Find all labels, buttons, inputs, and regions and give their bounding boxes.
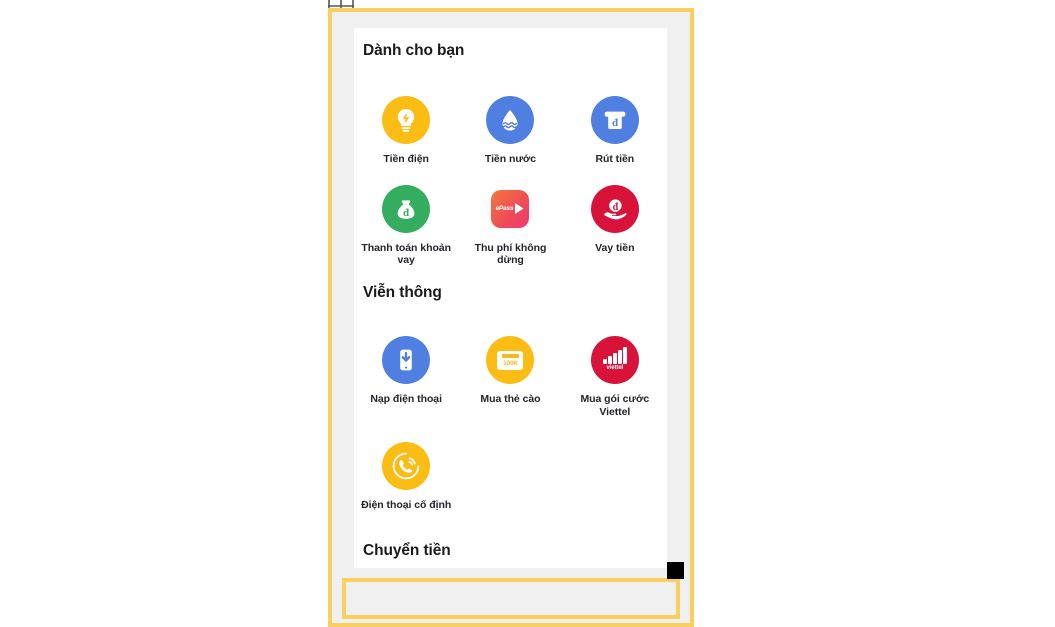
service-tile-thanh-toan-khoan-vay[interactable]: đ Thanh toán khoản vay [354, 177, 458, 278]
lightbulb-icon [382, 96, 431, 144]
service-tile-rut-tien[interactable]: đ Rút tiền [563, 88, 667, 177]
section-title-for-you: Dành cho bạn [363, 42, 465, 59]
viettel-brand-text: viettel [606, 365, 624, 372]
service-tile-mua-goi-cuoc-viettel[interactable]: viettel Mua gói cước Viettel [563, 328, 667, 434]
viettel-signal-icon: viettel [590, 336, 639, 384]
card-stripe [501, 353, 519, 358]
water-drop-icon [486, 96, 535, 144]
service-label: Nạp điện thoại [370, 393, 442, 405]
hand-coin-icon: đ [590, 184, 639, 233]
service-grid-for-you: Tiền điện Tiền nước đ Rút tiền đ Thanh t… [354, 88, 667, 278]
section-title-telecom: Viễn thông [363, 284, 442, 301]
service-grid-telecom: Nạp điện thoại 100K Mua thẻ cào viettel … [354, 328, 667, 528]
service-label: Thanh toán khoản vay [361, 241, 451, 267]
signal-bars-icon [603, 346, 627, 364]
cursor-marker [667, 562, 684, 579]
services-card: Dành cho bạn Tiền điện Tiền nước đ Rút t… [354, 28, 667, 568]
landline-phone-icon [382, 442, 431, 491]
money-bag-icon: đ [382, 184, 431, 233]
service-label: Rút tiền [595, 153, 635, 165]
svg-text:đ: đ [612, 117, 618, 129]
card-amount-text: 100K [503, 359, 518, 367]
epass-icon: ePass [486, 184, 535, 233]
service-tile-nap-dien-thoai[interactable]: Nạp điện thoại [354, 328, 458, 434]
service-label: Tiền điện [383, 153, 429, 165]
phone-topup-icon [382, 336, 431, 384]
service-tile-mua-the-cao[interactable]: 100K Mua thẻ cào [458, 328, 562, 434]
service-label: Tiền nước [484, 153, 537, 165]
atm-withdraw-icon: đ [590, 96, 639, 144]
section-title-transfer: Chuyển tiền [363, 542, 451, 559]
svg-text:đ: đ [403, 207, 409, 219]
highlighted-empty-region[interactable] [342, 578, 680, 619]
service-tile-vay-tien[interactable]: đ Vay tiền [563, 177, 667, 278]
service-label: Mua thẻ cào [480, 393, 541, 405]
service-tile-tien-dien[interactable]: Tiền điện [354, 88, 458, 177]
service-label: Mua gói cước Viettel [580, 393, 650, 418]
service-label: Điện thoại cố định [361, 499, 452, 512]
service-label: Thu phí không dừng [474, 241, 547, 267]
scratch-card-icon: 100K [486, 336, 535, 384]
service-label: Vay tiền [595, 241, 635, 254]
svg-text:đ: đ [612, 202, 618, 213]
screenshot-root: Dành cho bạn Tiền điện Tiền nước đ Rút t… [0, 0, 1055, 627]
epass-badge-text: ePass [495, 205, 514, 213]
service-tile-dien-thoai-co-dinh[interactable]: Điện thoại cố định [354, 434, 458, 528]
service-tile-thu-phi-khong-dung[interactable]: ePass Thu phí không dừng [458, 177, 562, 278]
service-tile-tien-nuoc[interactable]: Tiền nước [458, 88, 562, 177]
